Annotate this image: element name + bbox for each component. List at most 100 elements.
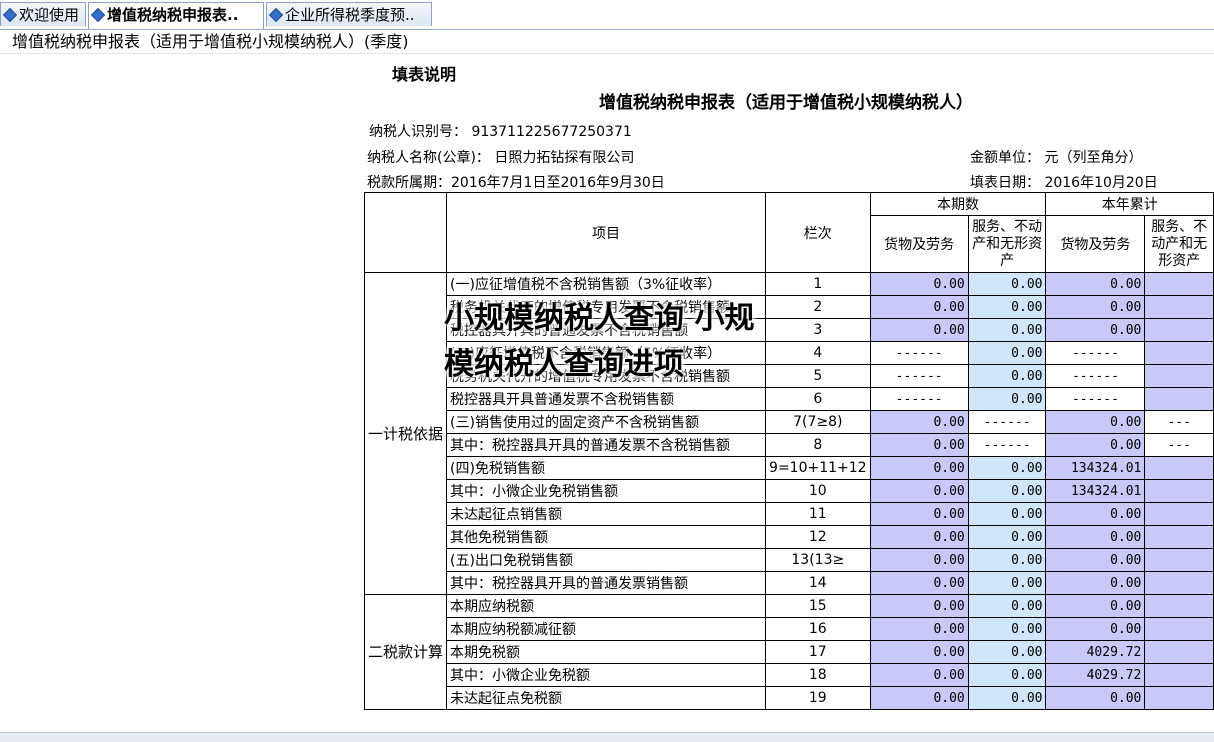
services-ytd-input[interactable] (1144, 272, 1214, 296)
goods-ytd-input[interactable]: 0.00 (1045, 295, 1146, 319)
goods-ytd-input[interactable]: 0.00 (1045, 525, 1146, 549)
goods-ytd-input[interactable]: 4029.72 (1045, 663, 1146, 687)
goods-current-input[interactable]: 0.00 (869, 410, 969, 434)
header-services-ytd: 服务、不动产和无形资产 (1144, 215, 1214, 273)
goods-current-input[interactable]: 0.00 (869, 295, 969, 319)
services-ytd-input[interactable] (1144, 502, 1214, 526)
row-column-no: 15 (765, 594, 871, 618)
services-ytd-input[interactable] (1144, 594, 1214, 618)
services-current-input[interactable]: 0.00 (967, 663, 1047, 687)
row-item-label: 其中：税控器具开具的普通发票不含税销售额 (446, 433, 767, 457)
goods-ytd-input[interactable]: 134324.01 (1045, 479, 1146, 503)
goods-current-input[interactable]: 0.00 (869, 594, 969, 618)
services-current-input[interactable]: 0.00 (967, 548, 1047, 572)
goods-current-input[interactable]: 0.00 (869, 617, 969, 641)
goods-current-input[interactable]: 0.00 (869, 479, 969, 503)
row-item-label: 税控器具开具普通发票不含税销售额 (446, 387, 767, 411)
services-current-input[interactable]: 0.00 (967, 318, 1047, 342)
services-ytd-input[interactable] (1144, 640, 1214, 664)
row-item-label: (一)应征增值税不含税销售额（3%征收率） (446, 272, 767, 296)
services-ytd-input[interactable] (1144, 479, 1214, 503)
header-services: 服务、不动产和无形资产 (967, 215, 1047, 273)
tab-corporate-income-tax[interactable]: 企业所得税季度预.. (266, 2, 432, 26)
row-item-label: 未达起征点免税额 (446, 686, 767, 710)
goods-ytd-input[interactable]: 0.00 (1045, 571, 1146, 595)
services-ytd-input[interactable] (1144, 663, 1214, 687)
row-column-no: 16 (765, 617, 871, 641)
services-ytd-input[interactable] (1144, 571, 1214, 595)
goods-current-input[interactable]: 0.00 (869, 525, 969, 549)
services-current-input: ------ (967, 410, 1047, 434)
goods-current-input: ------ (869, 387, 969, 411)
services-current-input[interactable]: 0.00 (967, 272, 1047, 296)
services-current-input[interactable]: 0.00 (967, 617, 1047, 641)
goods-ytd-input[interactable]: 0.00 (1045, 272, 1146, 296)
row-column-no: 13(13≥ (765, 548, 871, 572)
services-ytd-input[interactable] (1144, 617, 1214, 641)
services-current-input[interactable]: 0.00 (967, 341, 1047, 365)
services-ytd-input[interactable] (1144, 341, 1214, 365)
goods-current-input[interactable]: 0.00 (869, 456, 969, 480)
goods-current-input[interactable]: 0.00 (869, 318, 969, 342)
services-ytd-input[interactable] (1144, 387, 1214, 411)
goods-current-input[interactable]: 0.00 (869, 272, 969, 296)
form-area[interactable]: 填表说明 增值税纳税申报表（适用于增值税小规模纳税人） 纳税人识别号： 9137… (4, 57, 1214, 732)
services-current-input[interactable]: 0.00 (967, 640, 1047, 664)
fill-instructions-link[interactable]: 填表说明 (392, 61, 456, 85)
goods-ytd-input[interactable]: 0.00 (1045, 410, 1146, 434)
goods-current-input[interactable]: 0.00 (869, 663, 969, 687)
services-current-input[interactable]: 0.00 (967, 456, 1047, 480)
row-column-no: 8 (765, 433, 871, 457)
tab-label: 增值税纳税申报表.. (107, 6, 239, 24)
services-current-input[interactable]: 0.00 (967, 571, 1047, 595)
goods-current-input[interactable]: 0.00 (869, 548, 969, 572)
diamond-icon (268, 7, 284, 23)
goods-current-input[interactable]: 0.00 (869, 433, 969, 457)
header-year-total: 本年累计 (1045, 192, 1214, 216)
goods-ytd-input[interactable]: 134324.01 (1045, 456, 1146, 480)
services-ytd-input[interactable] (1144, 364, 1214, 388)
table-row: (四)免税销售额 9=10+11+12 0.00 0.00 134324.01 (365, 456, 1214, 480)
row-item-label: (五)出口免税销售额 (446, 548, 767, 572)
goods-ytd-input[interactable]: 0.00 (1045, 502, 1146, 526)
goods-current-input[interactable]: 0.00 (869, 502, 969, 526)
goods-ytd-input[interactable]: 0.00 (1045, 594, 1146, 618)
tab-vat-return[interactable]: 增值税纳税申报表.. (88, 2, 264, 29)
goods-current-input: ------ (869, 364, 969, 388)
goods-ytd-input[interactable]: 0.00 (1045, 318, 1146, 342)
services-current-input[interactable]: 0.00 (967, 594, 1047, 618)
goods-current-input[interactable]: 0.00 (869, 686, 969, 710)
tab-label: 企业所得税季度预.. (285, 6, 415, 24)
goods-current-input[interactable]: 0.00 (869, 640, 969, 664)
tab-label: 欢迎使用 (19, 6, 80, 24)
table-row: 其他免税销售额 12 0.00 0.00 0.00 (365, 525, 1214, 549)
services-ytd-input[interactable] (1144, 548, 1214, 572)
services-current-input[interactable]: 0.00 (967, 387, 1047, 411)
goods-ytd-input[interactable]: 0.00 (1045, 433, 1146, 457)
services-current-input[interactable]: 0.00 (967, 525, 1047, 549)
goods-ytd-input[interactable]: 0.00 (1045, 686, 1146, 710)
row-item-label: 本期应纳税额 (446, 594, 767, 618)
row-item-label: (四)免税销售额 (446, 456, 767, 480)
services-ytd-input[interactable] (1144, 318, 1214, 342)
goods-current-input[interactable]: 0.00 (869, 571, 969, 595)
services-ytd-input[interactable] (1144, 525, 1214, 549)
services-ytd-input[interactable] (1144, 295, 1214, 319)
table-row: (五)出口免税销售额 13(13≥ 0.00 0.00 0.00 (365, 548, 1214, 572)
goods-ytd-input[interactable]: 4029.72 (1045, 640, 1146, 664)
diamond-icon (2, 7, 18, 23)
goods-ytd-input: ------ (1045, 364, 1146, 388)
services-current-input[interactable]: 0.00 (967, 502, 1047, 526)
taxpayer-name: 纳税人名称(公章)： 日照力拓钻探有限公司 (367, 150, 635, 166)
services-ytd-input[interactable] (1144, 686, 1214, 710)
services-current-input[interactable]: 0.00 (967, 479, 1047, 503)
services-current-input[interactable]: 0.00 (967, 295, 1047, 319)
goods-ytd-input[interactable]: 0.00 (1045, 617, 1146, 641)
goods-ytd-input[interactable]: 0.00 (1045, 548, 1146, 572)
services-current-input[interactable]: 0.00 (967, 686, 1047, 710)
services-current-input[interactable]: 0.00 (967, 364, 1047, 388)
row-item-label: 其他免税销售额 (446, 525, 767, 549)
declaration-table: 项目 栏次 本期数 本年累计 货物及劳务 服务、不动产和无形资产 货物及劳务 服… (363, 192, 1214, 710)
services-ytd-input[interactable] (1144, 456, 1214, 480)
tab-welcome[interactable]: 欢迎使用 (0, 2, 86, 26)
